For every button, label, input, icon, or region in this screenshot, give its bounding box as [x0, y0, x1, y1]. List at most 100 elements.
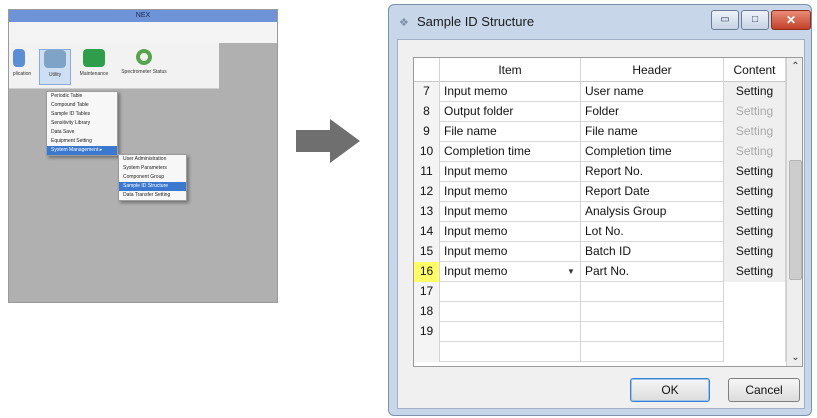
content-setting-cell[interactable] [724, 302, 786, 322]
header-cell[interactable] [581, 282, 724, 302]
item-cell[interactable]: Input memo [440, 162, 581, 182]
cancel-button[interactable]: Cancel [728, 378, 800, 402]
table-row[interactable]: 11 Input memo Report No. Setting [414, 162, 786, 182]
content-setting-cell[interactable]: Setting [724, 102, 786, 122]
utility-dropdown-menu: Periodic Table Compound Table Sample ID … [46, 91, 118, 156]
content-setting-cell[interactable]: Setting [724, 222, 786, 242]
close-button[interactable]: ✕ [771, 10, 811, 30]
menu-item-equipment-setting[interactable]: Equipment Setting [47, 137, 117, 146]
item-cell[interactable]: Completion time [440, 142, 581, 162]
dialog-title-bar[interactable]: ❖ Sample ID Structure ▭ □ ✕ [389, 5, 811, 39]
content-setting-cell[interactable]: Setting [724, 142, 786, 162]
utility-icon [44, 50, 66, 68]
column-header-number [414, 58, 440, 82]
header-cell[interactable]: Part No. [581, 262, 724, 282]
table-row[interactable]: 18 [414, 302, 786, 322]
item-cell[interactable]: Input memo [440, 262, 581, 282]
toolbar-spectrometer-status-button[interactable]: Spectrometer Status [117, 49, 171, 85]
menu-item-sample-id-tables[interactable]: Sample ID Tables [47, 110, 117, 119]
table-row[interactable]: 19 [414, 322, 786, 342]
toolbar-utility-button[interactable]: Utility [39, 49, 71, 85]
menu-item-periodic-table[interactable]: Periodic Table [47, 92, 117, 101]
table-row[interactable]: 12 Input memo Report Date Setting [414, 182, 786, 202]
item-cell[interactable]: File name [440, 122, 581, 142]
item-cell[interactable] [440, 322, 581, 342]
content-setting-cell[interactable]: Setting [724, 82, 786, 102]
header-cell[interactable]: Analysis Group [581, 202, 724, 222]
table-row[interactable] [414, 342, 786, 362]
menu-item-system-parameters[interactable]: System Parameters [119, 164, 186, 173]
scrollbar-thumb[interactable] [789, 160, 802, 280]
content-setting-cell[interactable] [724, 342, 786, 362]
item-cell[interactable] [440, 282, 581, 302]
menu-item-data-transfer-setting[interactable]: Data Transfer Setting [119, 191, 186, 200]
header-cell[interactable]: Lot No. [581, 222, 724, 242]
row-number-cell: 16 [414, 262, 440, 282]
menu-item-component-group[interactable]: Component Group [119, 173, 186, 182]
column-header-content: Content [724, 58, 786, 82]
item-cell[interactable]: Input memo [440, 222, 581, 242]
table-row[interactable]: 15 Input memo Batch ID Setting [414, 242, 786, 262]
content-setting-cell[interactable]: Setting [724, 162, 786, 182]
item-cell[interactable]: Input memo [440, 242, 581, 262]
content-setting-cell[interactable]: Setting [724, 202, 786, 222]
row-number-cell [414, 342, 440, 362]
table-row[interactable]: 14 Input memo Lot No. Setting [414, 222, 786, 242]
content-setting-cell[interactable] [724, 282, 786, 302]
item-cell[interactable]: Input memo [440, 182, 581, 202]
content-setting-cell[interactable]: Setting [724, 242, 786, 262]
menu-item-sample-id-structure[interactable]: Sample ID Structure [119, 182, 186, 191]
header-cell[interactable]: Batch ID [581, 242, 724, 262]
table-row[interactable]: 16 Input memo ▼ Part No. Setting [414, 262, 786, 282]
combo-dropdown-arrow-icon[interactable]: ▼ [567, 262, 575, 282]
header-cell[interactable] [581, 322, 724, 342]
content-setting-cell[interactable] [724, 322, 786, 342]
toolbar-application-button[interactable]: plication [9, 49, 35, 85]
toolbar-spectrometer-status-label: Spectrometer Status [121, 69, 167, 75]
table-row[interactable]: 7 Input memo User name Setting [414, 82, 786, 102]
header-cell[interactable]: Report No. [581, 162, 724, 182]
table-row[interactable]: 9 File name File name Setting [414, 122, 786, 142]
content-setting-cell[interactable]: Setting [724, 182, 786, 202]
maximize-button[interactable]: □ [741, 10, 769, 30]
row-number-cell: 10 [414, 142, 440, 162]
row-number-cell: 15 [414, 242, 440, 262]
item-cell[interactable] [440, 342, 581, 362]
header-cell[interactable]: Completion time [581, 142, 724, 162]
toolbar-maintenance-button[interactable]: Maintenance [75, 49, 113, 85]
header-cell[interactable]: Folder [581, 102, 724, 122]
header-cell[interactable]: Report Date [581, 182, 724, 202]
header-cell[interactable]: User name [581, 82, 724, 102]
table-row[interactable]: 8 Output folder Folder Setting [414, 102, 786, 122]
menu-item-system-management[interactable]: System Management ▸ [47, 146, 117, 155]
toolbar-application-label: plication [12, 71, 32, 77]
vertical-scrollbar[interactable]: ⌃ ⌄ [786, 58, 802, 366]
item-cell[interactable]: Input memo [440, 202, 581, 222]
menu-item-user-administration[interactable]: User Administration [119, 155, 186, 164]
header-cell[interactable] [581, 302, 724, 322]
header-cell[interactable] [581, 342, 724, 362]
app-title: NEX [135, 12, 151, 19]
row-number-cell: 18 [414, 302, 440, 322]
dialog-client-area: Item Header Content 7 Input memo User name… [397, 39, 805, 409]
content-setting-cell[interactable]: Setting [724, 262, 786, 282]
content-setting-cell[interactable]: Setting [724, 122, 786, 142]
app-header-band [9, 22, 277, 43]
item-cell[interactable]: Input memo [440, 82, 581, 102]
scroll-down-arrow-icon[interactable]: ⌄ [787, 349, 802, 366]
header-cell[interactable]: File name [581, 122, 724, 142]
menu-item-compound-table[interactable]: Compound Table [47, 101, 117, 110]
scroll-up-arrow-icon[interactable]: ⌃ [787, 58, 802, 75]
menu-item-data-save[interactable]: Data Save [47, 128, 117, 137]
menu-item-sensitivity-library[interactable]: Sensitivity Library [47, 119, 117, 128]
application-icon [13, 49, 25, 67]
system-management-submenu: User Administration System Parameters Co… [118, 154, 187, 201]
ok-button[interactable]: OK [630, 378, 710, 402]
maintenance-icon [83, 49, 105, 67]
minimize-button[interactable]: ▭ [711, 10, 739, 30]
table-row[interactable]: 13 Input memo Analysis Group Setting [414, 202, 786, 222]
item-cell[interactable] [440, 302, 581, 322]
table-row[interactable]: 17 [414, 282, 786, 302]
item-cell[interactable]: Output folder [440, 102, 581, 122]
table-row[interactable]: 10 Completion time Completion time Setting [414, 142, 786, 162]
